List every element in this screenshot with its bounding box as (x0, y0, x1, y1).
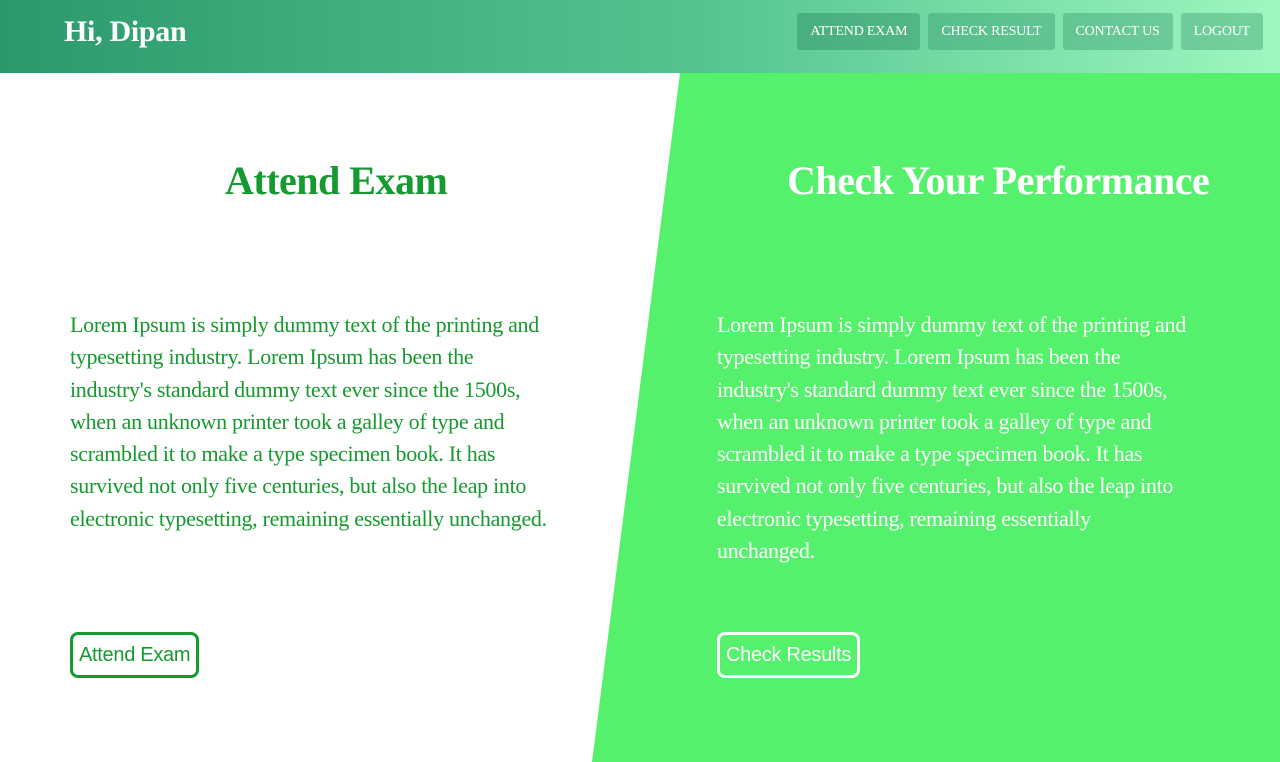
nav-attend-exam-button[interactable]: ATTEND EXAM (797, 13, 921, 50)
attend-exam-title: Attend Exam (225, 158, 448, 203)
user-greeting: Hi, Dipan (64, 15, 187, 48)
nav-check-result-button[interactable]: CHECK RESULT (928, 13, 1055, 50)
nav-menu: ATTEND EXAM CHECK RESULT CONTACT US LOGO… (797, 13, 1263, 50)
top-navbar: Hi, Dipan ATTEND EXAM CHECK RESULT CONTA… (0, 0, 1280, 73)
page: Hi, Dipan ATTEND EXAM CHECK RESULT CONTA… (0, 0, 1280, 762)
check-results-button[interactable]: Check Results (717, 632, 861, 678)
performance-description: Lorem Ipsum is simply dummy text of the … (717, 312, 1186, 564)
performance-title: Check Your Performance (787, 158, 1210, 203)
nav-logout-button[interactable]: LOGOUT (1180, 13, 1263, 50)
attend-exam-description: Lorem Ipsum is simply dummy text of the … (70, 312, 547, 531)
attend-exam-button[interactable]: Attend Exam (70, 632, 200, 678)
nav-contact-us-button[interactable]: CONTACT US (1062, 13, 1173, 50)
